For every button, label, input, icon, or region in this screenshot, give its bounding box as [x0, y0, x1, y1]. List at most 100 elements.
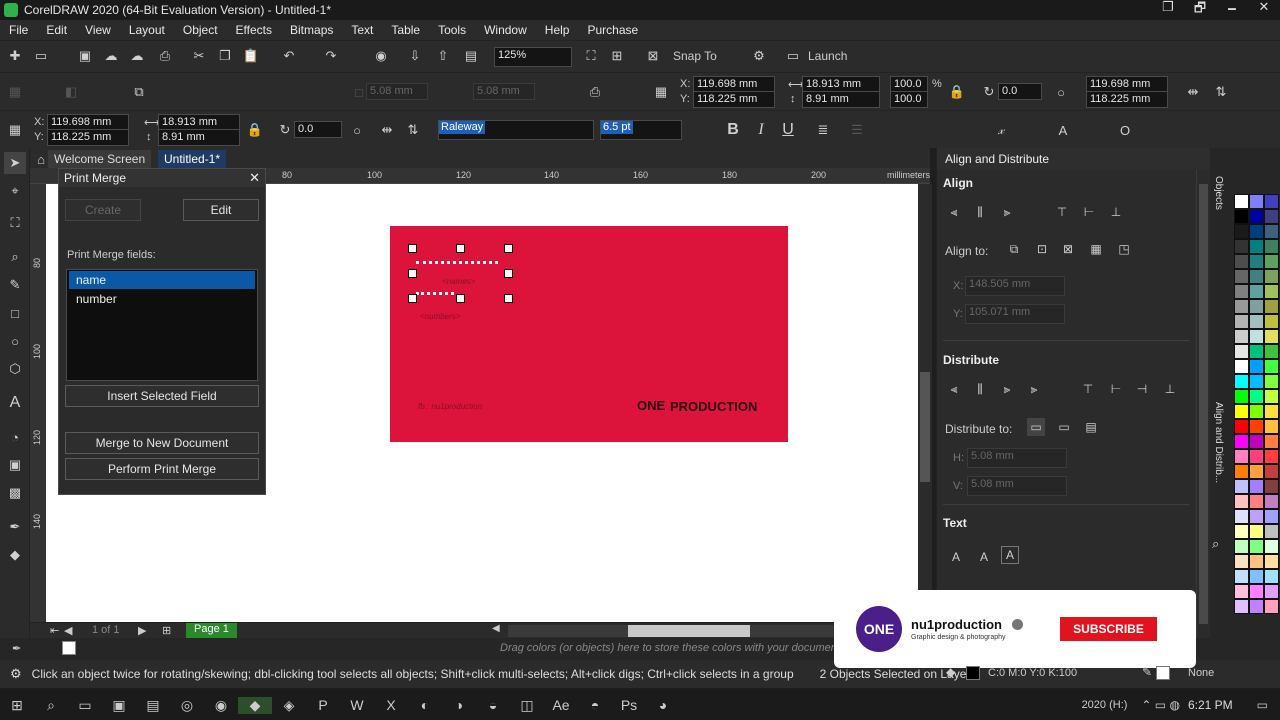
color-swatch[interactable] — [1249, 599, 1264, 614]
color-swatch[interactable] — [1249, 584, 1264, 599]
notification-icon[interactable]: ▭ — [1257, 698, 1268, 712]
color-swatch[interactable] — [1249, 254, 1264, 269]
restore-icon[interactable]: ❐ — [1152, 0, 1184, 21]
eyedropper-icon[interactable]: ✒ — [12, 642, 21, 655]
crop-tool-icon[interactable]: ⛶ — [4, 212, 26, 234]
text-align-icon[interactable]: ≣ — [812, 119, 834, 141]
color-swatch[interactable] — [1264, 404, 1279, 419]
handle-bottom[interactable] — [456, 294, 465, 303]
color-swatch[interactable] — [1249, 449, 1264, 464]
import-icon[interactable]: ⇩ — [404, 45, 426, 67]
weld-icon[interactable]: ⧉ — [128, 81, 150, 103]
launch-icon[interactable]: ▭ — [782, 45, 804, 67]
distribute-to-page-icon[interactable]: ▭ — [1055, 418, 1073, 436]
open-folder-icon[interactable]: ▭ — [30, 45, 52, 67]
freehand-tool-icon[interactable]: ✎ — [4, 274, 26, 296]
align-right-icon[interactable]: ⫸ — [998, 203, 1016, 221]
rotate-icon[interactable]: ↻ — [274, 119, 296, 141]
handle-left[interactable] — [408, 269, 417, 278]
search-icon[interactable]: ⌕ — [34, 697, 68, 714]
align-top-icon[interactable]: ⊤ — [1053, 203, 1071, 221]
lock-ratio-icon[interactable]: 🔒 — [244, 119, 266, 141]
color-swatch[interactable] — [1234, 419, 1249, 434]
file-explorer-icon[interactable]: ▤ — [136, 697, 170, 714]
distribute-right-icon[interactable]: ⫸ — [1025, 380, 1043, 398]
distribute-bottom-icon[interactable]: ⊥ — [1161, 380, 1179, 398]
color-swatch[interactable] — [1234, 374, 1249, 389]
mirror-horizontal-icon[interactable]: ⇹ — [1182, 81, 1204, 103]
pick-tool-icon[interactable]: ➤ — [4, 152, 26, 174]
color-swatch[interactable] — [1264, 239, 1279, 254]
text-last-baseline-icon[interactable]: A — [975, 548, 993, 566]
color-swatch[interactable] — [1264, 479, 1279, 494]
menu-object[interactable]: Object — [174, 23, 227, 37]
handle-top[interactable] — [456, 244, 465, 253]
color-swatch[interactable] — [1264, 434, 1279, 449]
windows-start-icon[interactable]: ⊞ — [0, 697, 34, 714]
distribute-left-icon[interactable]: ⫷ — [945, 380, 963, 398]
close-icon[interactable]: ✕ — [249, 170, 260, 186]
print-merge-icon[interactable]: ⎙ — [584, 81, 606, 103]
side-tab-objects[interactable]: Objects — [1213, 176, 1224, 210]
color-swatch[interactable] — [1249, 284, 1264, 299]
selection-handles[interactable] — [408, 244, 514, 304]
italic-button[interactable]: I — [750, 119, 772, 141]
undo-icon[interactable]: ↶ — [278, 45, 300, 67]
search-content-icon[interactable]: ◉ — [370, 45, 392, 67]
color-swatch[interactable] — [1264, 524, 1279, 539]
menu-effects[interactable]: Effects — [227, 23, 281, 37]
color-swatch[interactable] — [1249, 344, 1264, 359]
after-effects-icon[interactable]: Ae — [544, 697, 578, 713]
align-left-icon[interactable]: ⫷ — [945, 203, 963, 221]
color-swatch[interactable] — [1234, 434, 1249, 449]
object-origin-icon[interactable]: ▦ — [4, 119, 26, 141]
save-icon[interactable]: ▣ — [74, 45, 96, 67]
color-swatch[interactable] — [1249, 494, 1264, 509]
color-swatch[interactable] — [1249, 509, 1264, 524]
color-swatch[interactable] — [1234, 524, 1249, 539]
copy-icon[interactable]: ❐ — [214, 45, 236, 67]
field-item-name[interactable]: name — [69, 271, 255, 289]
distribute-to-selection-icon[interactable]: ▭ — [1027, 418, 1045, 436]
color-swatch[interactable] — [1249, 359, 1264, 374]
color-swatch[interactable] — [1264, 209, 1279, 224]
color-swatch[interactable] — [1234, 464, 1249, 479]
color-swatch[interactable] — [1249, 374, 1264, 389]
vertical-scrollbar[interactable] — [918, 184, 932, 622]
align-to-point-icon[interactable]: ◳ — [1115, 240, 1133, 258]
color-swatch[interactable] — [1234, 569, 1249, 584]
text-bounding-box-icon[interactable]: A — [1001, 546, 1019, 564]
mirror-horizontal-icon[interactable]: ⇹ — [376, 119, 398, 141]
store-icon[interactable]: ▣ — [102, 697, 136, 714]
rotation-center-icon[interactable]: ○ — [346, 119, 368, 141]
app-icon[interactable]: ◎ — [170, 697, 204, 714]
color-swatch[interactable] — [1249, 389, 1264, 404]
height-field[interactable]: 8.91 mm — [802, 91, 880, 108]
color-swatch[interactable] — [1234, 209, 1249, 224]
menu-bitmaps[interactable]: Bitmaps — [281, 23, 342, 37]
rotation-center-icon[interactable]: ○ — [1050, 81, 1072, 103]
color-swatch[interactable] — [1264, 224, 1279, 239]
color-swatch[interactable] — [1264, 194, 1279, 209]
scroll-left-icon[interactable]: ◀ — [492, 623, 506, 638]
handle-right[interactable] — [504, 269, 513, 278]
color-swatch[interactable] — [1249, 524, 1264, 539]
color-swatch[interactable] — [1249, 329, 1264, 344]
color-swatch[interactable] — [1264, 509, 1279, 524]
menu-purchase[interactable]: Purchase — [578, 23, 647, 37]
color-swatch[interactable] — [1234, 299, 1249, 314]
full-screen-icon[interactable]: ⛶ — [580, 45, 602, 67]
color-swatch[interactable] — [1234, 254, 1249, 269]
underline-button[interactable]: U — [777, 119, 799, 141]
tab-untitled[interactable]: Untitled-1* — [158, 150, 227, 168]
shape-tool-icon[interactable]: ⌖ — [4, 180, 26, 202]
powerpoint-icon[interactable]: P — [306, 697, 340, 713]
color-swatch[interactable] — [1264, 254, 1279, 269]
next-page-icon[interactable]: ▶ — [138, 624, 146, 637]
perform-print-merge-button[interactable]: Perform Print Merge — [65, 458, 259, 480]
color-swatch[interactable] — [1264, 464, 1279, 479]
page-view-icon[interactable]: ⊞ — [606, 45, 628, 67]
fill-tool-icon[interactable]: ◆ — [4, 544, 26, 566]
text-first-baseline-icon[interactable]: A — [947, 548, 965, 566]
restore-down-icon[interactable]: 🗗 — [1184, 0, 1216, 21]
